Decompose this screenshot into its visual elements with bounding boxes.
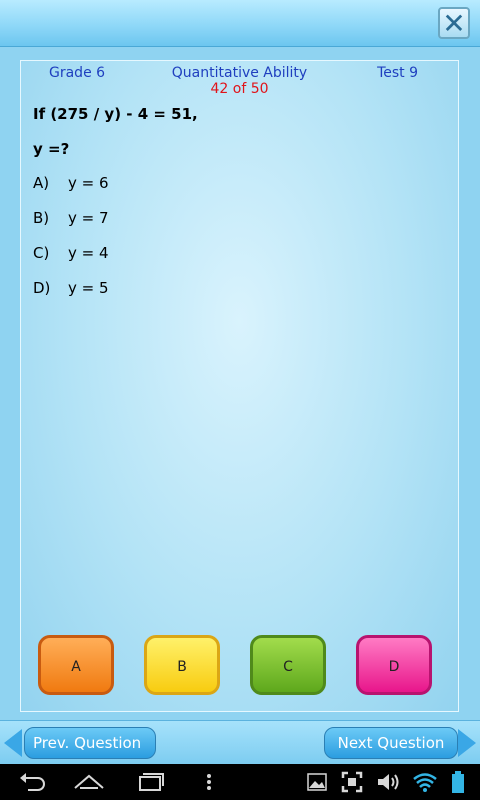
menu-dots-icon[interactable] [204,770,214,794]
option-d-text: y = 5 [68,279,109,297]
wifi-icon [413,773,437,792]
back-icon[interactable] [18,770,48,794]
close-button[interactable]: ✕ [438,7,470,39]
recent-apps-icon[interactable] [134,770,166,794]
question-text-line1: If (275 / y) - 4 = 51, [33,105,198,123]
option-c-letter: C) [33,244,50,262]
option-d: D) y = 5 [33,279,109,297]
option-c-text: y = 4 [68,244,109,262]
option-a: A) y = 6 [33,174,109,192]
option-d-letter: D) [33,279,51,297]
question-panel: Quantitative Ability Grade 6 Test 9 42 o… [20,60,459,712]
answer-c-button[interactable]: C [250,635,326,695]
answer-b-button[interactable]: B [144,635,220,695]
question-text-line2: y =? [33,140,70,158]
next-arrow-icon[interactable] [458,729,476,757]
prev-arrow-icon[interactable] [4,729,22,757]
grade-label: Grade 6 [49,65,106,81]
bottom-nav-bar: Prev. Question Next Question [0,720,480,765]
option-a-text: y = 6 [68,174,109,192]
screenshot-icon[interactable] [340,770,364,794]
option-b-letter: B) [33,209,50,227]
option-c: C) y = 4 [33,244,109,262]
option-b-text: y = 7 [68,209,109,227]
top-bar: ✕ [0,0,480,47]
answer-a-button[interactable]: A [38,635,114,695]
volume-icon[interactable] [376,770,402,794]
answer-d-button[interactable]: D [356,635,432,695]
question-counter: 42 of 50 [210,81,269,97]
option-a-letter: A) [33,174,50,192]
system-nav-bar [0,764,480,800]
next-question-button[interactable]: Next Question [324,727,458,759]
home-icon[interactable] [72,770,106,794]
gallery-icon[interactable] [306,770,328,794]
battery-icon [452,771,464,793]
close-icon: ✕ [442,7,466,40]
prev-question-button[interactable]: Prev. Question [24,727,156,759]
option-b: B) y = 7 [33,209,109,227]
test-label: Test 9 [377,65,418,81]
